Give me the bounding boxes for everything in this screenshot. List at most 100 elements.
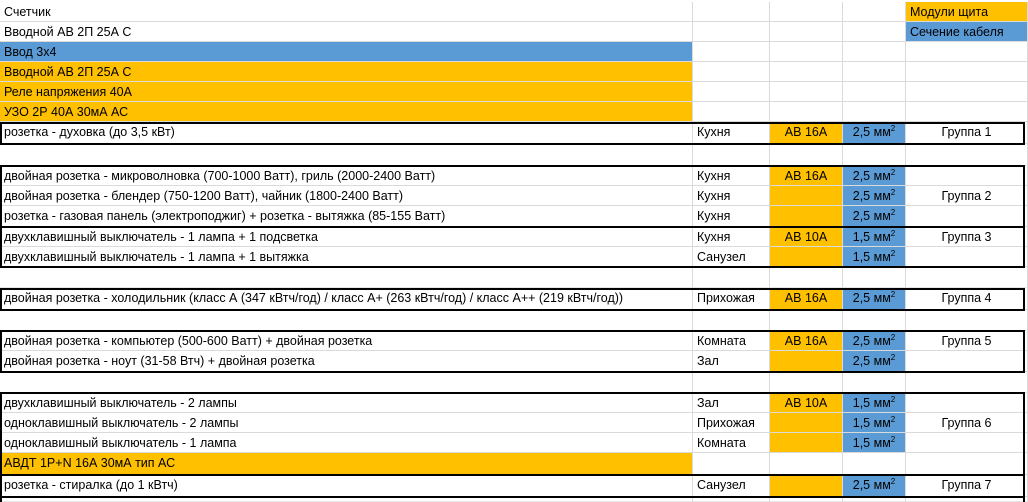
cell-description[interactable]: одноклавишный выключатель - 2 лампы <box>0 413 693 433</box>
cell-description[interactable]: двойная розетка - холодильник (класс А (… <box>0 288 693 310</box>
cell-intro-breaker-2[interactable]: Вводной АВ 2П 25А С <box>0 62 693 82</box>
cell-empty[interactable] <box>843 453 906 475</box>
cell-empty[interactable] <box>693 102 770 122</box>
cell-empty[interactable] <box>843 82 906 102</box>
cell-group[interactable]: Группа 5 <box>906 331 1028 351</box>
cell-cable[interactable]: 2,5 мм2 <box>843 475 906 497</box>
cell-empty[interactable] <box>693 2 770 22</box>
cell-empty[interactable] <box>770 62 843 82</box>
cell-empty[interactable] <box>693 497 770 502</box>
cell-description[interactable]: двойная розетка - ноут (31-58 Втч) + дво… <box>0 351 693 372</box>
cell-description[interactable]: розетка - духовка (до 3,5 кВт) <box>0 122 693 144</box>
cell-description[interactable]: двойная розетка - микроволновка (700-100… <box>0 166 693 186</box>
cell-empty[interactable] <box>770 453 843 475</box>
cell-rcd[interactable]: УЗО 2Р 40А 30мА АС <box>0 102 693 122</box>
cell-empty[interactable] <box>843 372 906 393</box>
cell-cable[interactable]: 2,5 мм2 <box>843 166 906 186</box>
cell-room[interactable]: Кухня <box>693 227 770 247</box>
cell-group[interactable] <box>906 166 1028 186</box>
cell-breaker[interactable]: АВ 16А <box>770 288 843 310</box>
cell-breaker[interactable]: АВ 16А <box>770 122 843 144</box>
cell-empty[interactable] <box>770 267 843 288</box>
cell-empty[interactable] <box>770 372 843 393</box>
cell-room[interactable]: Санузел <box>693 475 770 497</box>
cell-room[interactable]: Санузел <box>693 247 770 267</box>
cell-empty[interactable] <box>906 267 1028 288</box>
cell-cable[interactable]: 2,5 мм2 <box>843 206 906 227</box>
cell-empty[interactable] <box>843 62 906 82</box>
cell-group[interactable]: Группа 3 <box>906 227 1028 247</box>
cell-empty[interactable] <box>843 42 906 62</box>
cell-empty[interactable] <box>0 267 693 288</box>
cell-breaker[interactable]: АВ 16А <box>770 331 843 351</box>
cell-room[interactable]: Зал <box>693 393 770 413</box>
cell-room[interactable]: Комната <box>693 433 770 453</box>
cell-breaker[interactable] <box>770 186 843 206</box>
cell-rcbo[interactable]: АВДТ 1P+N 16А 30мА тип АС <box>0 453 693 475</box>
cell-voltage-relay[interactable]: Реле напряжения 40А <box>0 82 693 102</box>
cell-empty[interactable] <box>693 62 770 82</box>
cell-group[interactable] <box>906 351 1028 372</box>
cell-cable[interactable]: 2,5 мм2 <box>843 288 906 310</box>
cell-empty[interactable] <box>693 22 770 42</box>
cell-breaker[interactable]: АВ 10А <box>770 227 843 247</box>
cell-breaker[interactable] <box>770 413 843 433</box>
cell-room[interactable]: Прихожая <box>693 288 770 310</box>
cell-empty[interactable] <box>906 453 1028 475</box>
cell-input[interactable]: Ввод 3х4 <box>0 42 693 62</box>
cell-empty[interactable] <box>843 102 906 122</box>
cell-group[interactable] <box>906 247 1028 267</box>
cell-room[interactable]: Прихожая <box>693 413 770 433</box>
cell-empty[interactable] <box>843 267 906 288</box>
cell-cable[interactable]: 1,5 мм2 <box>843 227 906 247</box>
cell-group[interactable]: Группа 6 <box>906 413 1028 433</box>
cell-empty[interactable] <box>770 82 843 102</box>
cell-description[interactable]: двойная розетка - компьютер (500-600 Ват… <box>0 331 693 351</box>
cell-description[interactable]: одноклавишный выключатель - 1 лампа <box>0 433 693 453</box>
cell-room[interactable]: Зал <box>693 351 770 372</box>
cell-breaker[interactable] <box>770 433 843 453</box>
cell-empty[interactable] <box>0 310 693 331</box>
cell-empty[interactable] <box>906 372 1028 393</box>
cell-meter[interactable]: Счетчик <box>0 2 693 22</box>
cell-breaker[interactable]: АВ 16А <box>770 166 843 186</box>
cell-empty[interactable] <box>770 22 843 42</box>
cell-cable[interactable]: 1,5 мм2 <box>843 413 906 433</box>
cell-empty[interactable] <box>906 144 1028 166</box>
cell-description[interactable]: розетка - газовая панель (электроподжиг)… <box>0 206 693 227</box>
cell-empty[interactable] <box>906 310 1028 331</box>
cell-empty[interactable] <box>693 372 770 393</box>
cell-breaker[interactable] <box>770 206 843 227</box>
cell-breaker[interactable] <box>770 475 843 497</box>
cell-cable[interactable]: 2,5 мм2 <box>843 331 906 351</box>
cell-empty[interactable] <box>770 42 843 62</box>
cell-empty[interactable] <box>843 22 906 42</box>
cell-description[interactable]: двухклавишный выключатель - 1 лампа + 1 … <box>0 247 693 267</box>
cell-description[interactable]: двойная розетка - блендер (750-1200 Ватт… <box>0 186 693 206</box>
cell-empty[interactable] <box>843 497 906 502</box>
cell-empty[interactable] <box>906 62 1028 82</box>
cell-room[interactable]: Кухня <box>693 186 770 206</box>
cell-empty[interactable] <box>0 144 693 166</box>
cell-empty[interactable] <box>906 497 1028 502</box>
cell-group[interactable]: Группа 2 <box>906 186 1028 206</box>
cell-intro-breaker[interactable]: Вводной АВ 2П 25А С <box>0 22 693 42</box>
cell-empty[interactable] <box>770 144 843 166</box>
cell-empty[interactable] <box>770 2 843 22</box>
cell-empty[interactable] <box>693 42 770 62</box>
cell-room[interactable]: Кухня <box>693 122 770 144</box>
cell-group[interactable]: Группа 7 <box>906 475 1028 497</box>
cell-description[interactable]: двухклавишный выключатель - 2 лампы <box>0 393 693 413</box>
cell-cable[interactable]: 2,5 мм2 <box>843 351 906 372</box>
cell-empty[interactable] <box>906 102 1028 122</box>
cell-empty[interactable] <box>693 453 770 475</box>
cell-empty[interactable] <box>770 497 843 502</box>
cell-group[interactable] <box>906 206 1028 227</box>
cell-empty[interactable] <box>693 267 770 288</box>
cell-cable[interactable]: 1,5 мм2 <box>843 247 906 267</box>
cell-empty[interactable] <box>693 144 770 166</box>
cell-cable[interactable]: 1,5 мм2 <box>843 393 906 413</box>
cell-empty[interactable] <box>0 372 693 393</box>
cell-group[interactable]: Группа 4 <box>906 288 1028 310</box>
cell-room[interactable]: Кухня <box>693 166 770 186</box>
